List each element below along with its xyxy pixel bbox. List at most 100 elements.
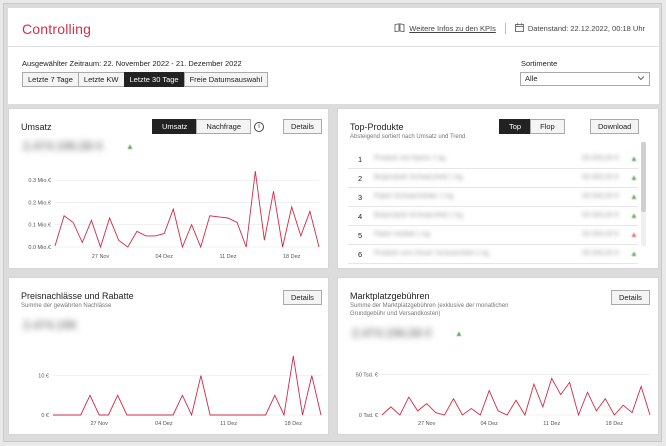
- product-row[interactable]: 2 Bioprodukt Schwarzfeld 1 kg 00.000,00 € ▲: [348, 169, 638, 188]
- selected-range-label: Ausgewählter Zeitraum: 22. November 2022…: [22, 59, 242, 68]
- header-divider: [504, 23, 506, 34]
- umsatz-card: Umsatz Umsatz Nachfrage i Details 2.474.…: [8, 108, 329, 269]
- range-button-last-kw[interactable]: Letzte KW: [77, 72, 125, 87]
- product-value: 00.000,00 €: [582, 174, 619, 181]
- marktplatz-card: Marktplatzgebühren Summe der Marktplatzg…: [337, 277, 659, 435]
- marktplatz-chart: 50 Tsd. € 0 Tsd. € 27 Nov 04 Dez 11 Dez 18 De…: [356, 372, 651, 427]
- series-line: [381, 377, 651, 417]
- sortiment-select[interactable]: Alle: [520, 72, 650, 86]
- page-title: Controlling: [22, 21, 92, 37]
- x-tick-label: 04 Dez: [480, 421, 498, 427]
- trend-up-icon: ▲: [630, 192, 638, 201]
- product-value: 00.000,00 €: [582, 212, 619, 219]
- x-tick-label: 27 Nov: [418, 421, 436, 427]
- trend-up-icon: ▲: [126, 142, 134, 151]
- marktplatz-subtitle-1: Summe der Marktplatzgebühren (exklusive …: [350, 303, 509, 309]
- datenstand-text: Datenstand: 22.12.2022, 00:18 Uhr: [527, 24, 645, 33]
- top-produkte-subtitle: Absteigend sortiert nach Umsatz und Tren…: [350, 134, 466, 140]
- trend-up-icon: ▲: [630, 211, 638, 220]
- chevron-down-icon: [637, 74, 645, 86]
- product-name: Bioprodukt Schwarzfeld 1 kg: [374, 174, 463, 181]
- download-button[interactable]: Download: [590, 119, 640, 134]
- y-tick-label: 0.2 Mio.€: [28, 200, 51, 206]
- product-row[interactable]: 4 Bioprodukt Schwarzfeld 1 kg 00.000,00 € ▲: [348, 207, 638, 226]
- umsatz-total-value: 2.474.196,58 €: [23, 139, 104, 153]
- product-rank: 3: [358, 193, 363, 202]
- product-value: 00.000,00 €: [582, 193, 619, 200]
- umsatz-title: Umsatz: [21, 122, 52, 132]
- product-name: Paket Schwarzfelder 1 kg: [374, 193, 454, 200]
- product-row[interactable]: 3 Paket Schwarzfelder 1 kg 00.000,00 € ▲: [348, 188, 638, 207]
- x-tick-label: 11 Dez: [220, 421, 237, 427]
- preisnachlass-total-value: 2.474.196: [23, 318, 77, 332]
- product-row[interactable]: 6 Produkt vom Feuer Schwarzfeld 1 kg 00.00…: [348, 245, 638, 264]
- marktplatz-title: Marktplatzgebühren: [350, 291, 430, 301]
- calendar-icon: [514, 23, 524, 34]
- y-tick-label: 0 Tsd. €: [359, 413, 378, 419]
- x-tick-label: 04 Dez: [155, 421, 173, 427]
- series-line: [54, 171, 320, 249]
- x-tick-label: 27 Nov: [92, 254, 110, 260]
- y-tick-label: 50 Tsd. €: [356, 372, 378, 378]
- product-list-scrollbar[interactable]: [641, 142, 646, 246]
- marktplatz-subtitle-2: Grundgebühr und Versandkosten): [350, 311, 441, 317]
- preisnachlass-card: Preisnachlässe und Rabatte Summe der gew…: [8, 277, 329, 435]
- toggle-nachfrage[interactable]: Nachfrage: [196, 119, 252, 134]
- product-value: 00.000,00 €: [582, 250, 619, 257]
- product-name: Paket Vielfalt 1 kg: [374, 231, 430, 238]
- product-row[interactable]: 1 Produkt mit Name 1 kg 00.000,00 € ▲: [348, 150, 638, 169]
- product-rank: 6: [358, 250, 363, 259]
- product-row[interactable]: 5 Paket Vielfalt 1 kg 00.000,00 € ▲: [348, 226, 638, 245]
- trend-up-icon: ▲: [455, 329, 463, 338]
- top-flop-toggle: Top Flop: [499, 119, 565, 134]
- toggle-top[interactable]: Top: [499, 119, 532, 134]
- filter-bar: Ausgewählter Zeitraum: 22. November 2022…: [8, 46, 659, 104]
- scrollbar-thumb[interactable]: [641, 142, 646, 212]
- trend-up-icon: ▲: [630, 249, 638, 258]
- info-icon[interactable]: i: [254, 122, 264, 132]
- sortiment-label: Sortimente: [521, 59, 558, 68]
- y-tick-label: 0.1 Mio.€: [28, 223, 51, 229]
- x-tick-label: 18 Dez: [285, 421, 303, 427]
- umsatz-details-button[interactable]: Details: [283, 119, 322, 134]
- sortiment-value: Alle: [525, 74, 538, 83]
- preisnachlass-chart: 10 € 0 € 27 Nov 04 Dez 11 Dez 18 Dez: [38, 355, 322, 427]
- y-tick-label: 0.3 Mio.€: [28, 178, 51, 184]
- header-meta: Weitere Infos zu den KPIs Datenstand: 22…: [394, 23, 645, 34]
- kpi-info-link[interactable]: Weitere Infos zu den KPIs: [409, 24, 496, 33]
- range-button-custom[interactable]: Freie Datumsauswahl: [183, 72, 269, 87]
- preisnachlass-details-button[interactable]: Details: [283, 290, 322, 305]
- product-name: Bioprodukt Schwarzfeld 1 kg: [374, 212, 463, 219]
- x-tick-label: 11 Dez: [543, 421, 560, 427]
- trend-up-icon: ▲: [630, 154, 638, 163]
- y-tick-label: 10 €: [38, 374, 49, 380]
- product-value: 00.000,00 €: [582, 231, 619, 238]
- range-button-7-days[interactable]: Letzte 7 Tage: [22, 72, 79, 87]
- top-produkte-title: Top-Produkte: [350, 122, 404, 132]
- y-tick-label: 0.0 Mio.€: [28, 245, 51, 251]
- top-produkte-list: 1 Produkt mit Name 1 kg 00.000,00 € ▲ 2 Biopr…: [348, 150, 638, 264]
- toggle-flop[interactable]: Flop: [530, 119, 565, 134]
- x-tick-label: 04 Dez: [156, 254, 174, 260]
- umsatz-toggle: Umsatz Nachfrage: [152, 119, 252, 134]
- y-tick-label: 0 €: [41, 413, 49, 419]
- x-tick-label: 11 Dez: [219, 254, 236, 260]
- product-name: Produkt vom Feuer Schwarzfeld 1 kg: [374, 250, 489, 257]
- preisnachlass-title: Preisnachlässe und Rabatte: [21, 291, 134, 301]
- product-rank: 4: [358, 212, 363, 221]
- toggle-umsatz[interactable]: Umsatz: [152, 119, 198, 134]
- x-tick-label: 27 Nov: [90, 421, 108, 427]
- book-icon: [394, 23, 405, 34]
- trend-down-icon: ▲: [630, 230, 638, 239]
- page-header: Controlling Weitere Infos zu den KPIs Da…: [8, 8, 659, 46]
- range-button-30-days[interactable]: Letzte 30 Tage: [123, 72, 185, 87]
- marktplatz-total-value: 2.474.196,58 €: [352, 326, 433, 340]
- product-value: 00.000,00 €: [582, 155, 619, 162]
- marktplatz-details-button[interactable]: Details: [611, 290, 650, 305]
- umsatz-chart: 0.3 Mio.€ 0.2 Mio.€ 0.1 Mio.€ 0.0 Mio.€ 27 N…: [28, 171, 320, 260]
- product-rank: 2: [358, 174, 363, 183]
- product-name: Produkt mit Name 1 kg: [374, 155, 446, 162]
- product-rank: 1: [358, 155, 363, 164]
- trend-up-icon: ▲: [630, 173, 638, 182]
- preisnachlass-subtitle: Summe der gewährten Nachlässe: [21, 303, 112, 309]
